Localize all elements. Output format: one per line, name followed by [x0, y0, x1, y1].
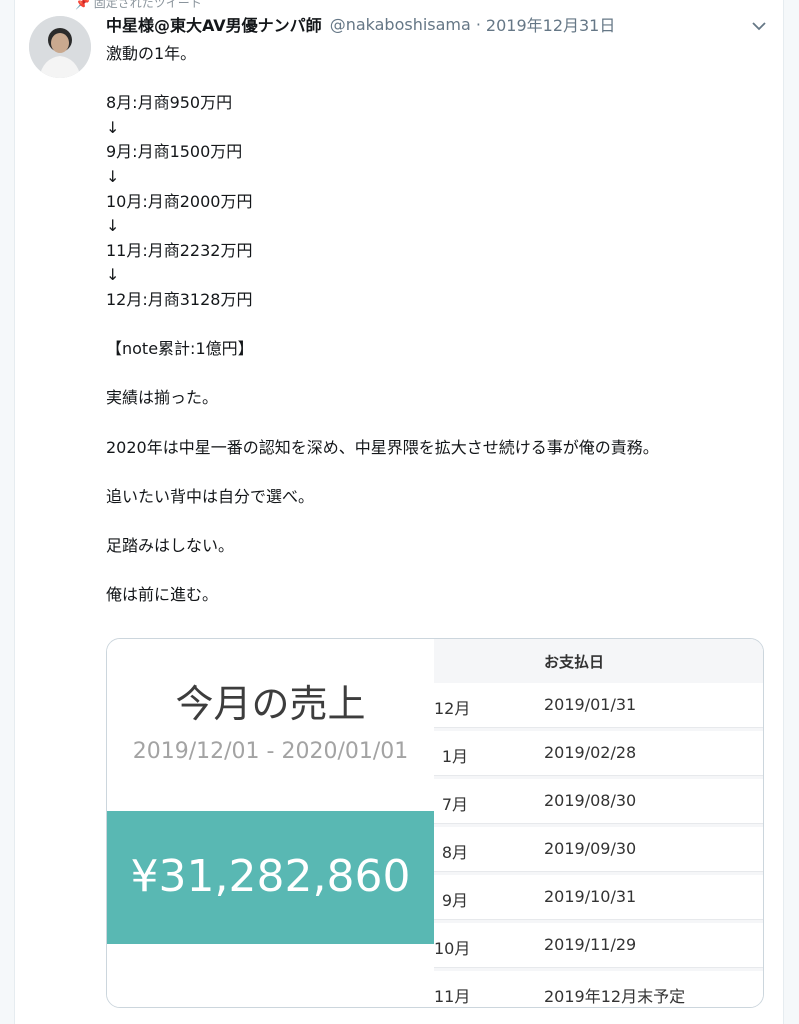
chevron-down-icon[interactable] — [749, 16, 769, 36]
tweet-line: 12月:月商3128万円 — [106, 289, 253, 309]
arrow-line: ↓ — [106, 265, 120, 285]
pin-icon: 📌 — [75, 0, 94, 10]
monthly-sales-panel: 今月の売上 2019/12/01 - 2020/01/01 ¥31,282,86… — [107, 639, 434, 1007]
tweet-line: 俺は前に進む。 — [106, 585, 219, 605]
tweet-line: 2020年は中星一番の認知を深め、中星界隈を拡大させ続ける事が俺の責務。 — [106, 437, 659, 457]
avatar[interactable] — [29, 16, 91, 78]
display-name[interactable]: 中星様@東大AV男優ナンパ師 — [106, 12, 322, 36]
arrow-line: ↓ — [106, 117, 120, 137]
row-date: 2019/10/31 — [544, 887, 637, 906]
tweet-line: 追いたい背中は自分で選べ。 — [106, 486, 315, 506]
row-month: 9月 — [441, 891, 468, 910]
arrow-line: ↓ — [106, 166, 120, 186]
row-month: 1月 — [441, 747, 468, 766]
row-date: 2019/08/30 — [544, 791, 637, 810]
table-row: 10月 2019/11/29 — [434, 923, 763, 968]
tweet-card[interactable]: 📌 固定されたツイート 中星様@東大AV男優ナンパ師 @nakaboshisam… — [14, 0, 784, 1024]
tweet-line: 【note累計:1億円】 — [106, 339, 254, 359]
table-row: 12月 2019/01/31 — [434, 683, 763, 728]
sales-amount-band: ¥31,282,860 — [107, 811, 434, 944]
sales-date-range: 2019/12/01 - 2020/01/01 — [132, 739, 409, 764]
tweet-media-image[interactable]: お支払日 12月 2019/01/31 1月 2019/02/28 7月 201… — [106, 638, 764, 1008]
row-date: 2019年12月末予定 — [544, 987, 686, 1006]
tweet-text: 激動の1年。 8月:月商950万円 ↓ 9月:月商1500万円 ↓ 10月:月商… — [106, 42, 746, 608]
payment-date-header: お支払日 — [544, 653, 605, 671]
row-month: 11月 — [434, 987, 468, 1006]
payment-table: お支払日 12月 2019/01/31 1月 2019/02/28 7月 201… — [434, 639, 763, 1007]
tweet-line: 実績は揃った。 — [106, 388, 219, 408]
separator-dot: · — [475, 14, 481, 34]
row-date: 2019/11/29 — [544, 935, 637, 954]
table-row: 8月 2019/09/30 — [434, 827, 763, 872]
tweet-line: 8月:月商950万円 — [106, 93, 233, 113]
row-date: 2019/09/30 — [544, 839, 637, 858]
sales-amount: ¥31,282,860 — [130, 851, 411, 902]
pinned-tweet-label: 📌 固定されたツイート — [75, 0, 202, 10]
tweet-date[interactable]: 2019年12月31日 — [486, 12, 615, 36]
row-date: 2019/01/31 — [544, 695, 637, 714]
tweet-line: 9月:月商1500万円 — [106, 142, 243, 162]
arrow-line: ↓ — [106, 216, 120, 236]
table-row: 1月 2019/02/28 — [434, 731, 763, 776]
tweet-line: 10月:月商2000万円 — [106, 191, 253, 211]
row-date: 2019/02/28 — [544, 743, 637, 762]
row-month: 12月 — [434, 699, 468, 718]
row-month: 10月 — [434, 939, 468, 958]
sales-title: 今月の売上 — [175, 682, 366, 726]
table-header: お支払日 — [434, 639, 763, 683]
tweet-header: 中星様@東大AV男優ナンパ師 @nakaboshisama · 2019年12月… — [106, 12, 769, 36]
user-handle[interactable]: @nakaboshisama — [330, 15, 471, 34]
row-month: 8月 — [441, 843, 468, 862]
table-row: 11月 2019年12月末予定 — [434, 971, 763, 1007]
tweet-line: 激動の1年。 — [106, 44, 197, 63]
table-row: 9月 2019/10/31 — [434, 875, 763, 920]
table-row: 7月 2019/08/30 — [434, 779, 763, 824]
tweet-line: 足踏みはしない。 — [106, 535, 235, 555]
row-month: 7月 — [441, 795, 468, 814]
tweet-line: 11月:月商2232万円 — [106, 240, 253, 260]
